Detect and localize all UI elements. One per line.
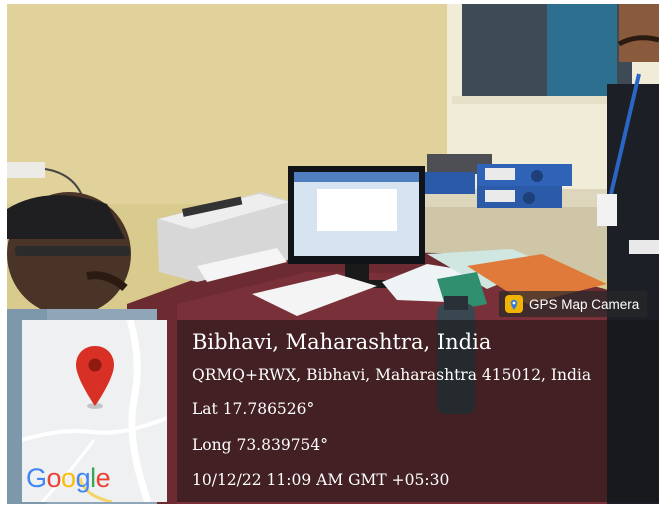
timestamp-label: 10/12/22 11:09 AM GMT +05:30 <box>192 471 450 489</box>
gps-camera-badge: GPS Map Camera <box>499 291 648 317</box>
photo-frame: GPS Map Camera Google Bibhavi, Maharasht… <box>7 4 659 504</box>
location-address: QRMQ+RWX, Bibhavi, Maharashtra 415012, I… <box>192 366 592 384</box>
longitude-label: Long 73.839754° <box>192 436 329 454</box>
camera-icon <box>505 295 523 313</box>
google-logo: Google <box>26 463 111 493</box>
map-pin-icon <box>76 346 114 409</box>
badge-label: GPS Map Camera <box>529 296 640 312</box>
latitude-label: Lat 17.786526° <box>192 400 315 418</box>
location-info-panel: Bibhavi, Maharashtra, India QRMQ+RWX, Bi… <box>177 320 659 502</box>
location-title: Bibhavi, Maharashtra, India <box>192 330 492 354</box>
map-thumbnail[interactable]: Google <box>22 320 167 502</box>
